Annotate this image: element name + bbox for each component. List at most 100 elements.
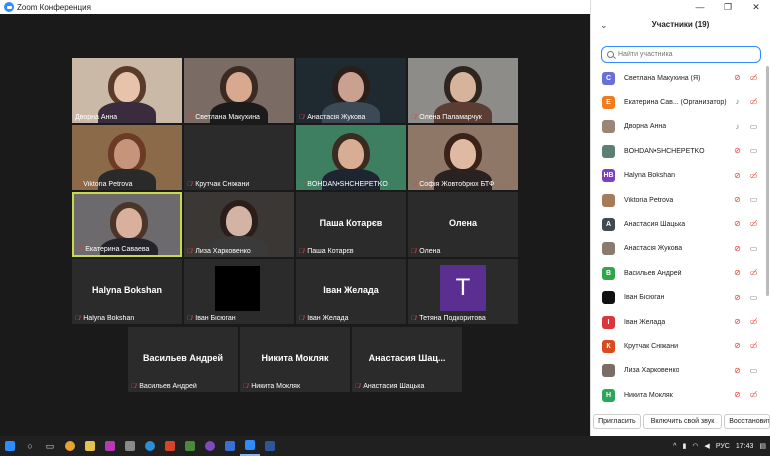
clock[interactable]: 17:43 bbox=[736, 443, 754, 450]
video-tile[interactable]: 🎙̸ Лиза Харковенко bbox=[184, 192, 294, 257]
participant-row[interactable]: В Васильев Андрей ⊘ ▭̸ bbox=[591, 261, 770, 285]
video-tile[interactable]: Васильев Андрей 🎙̸ Васильев Андрей bbox=[128, 327, 238, 392]
viber-icon[interactable] bbox=[200, 436, 220, 456]
camera-icon[interactable]: ▭ bbox=[748, 122, 759, 131]
unmute-self-button[interactable]: Включить свой звук bbox=[642, 414, 723, 429]
video-tile[interactable]: Іван Желада 🎙̸ Іван Желада bbox=[296, 259, 406, 324]
video-tile[interactable]: 🎙̸ Екатерина Саваева bbox=[72, 192, 182, 257]
mic-muted-icon[interactable]: ⊘ bbox=[733, 317, 742, 326]
battery-icon[interactable]: ▮ bbox=[682, 442, 686, 450]
tile-name: Лиза Харковенко bbox=[195, 248, 251, 255]
mic-muted-icon[interactable]: ⊘ bbox=[733, 244, 742, 253]
invite-button[interactable]: Пригласить bbox=[593, 414, 641, 429]
participant-name: Дворна Анна bbox=[624, 123, 667, 131]
mic-icon[interactable]: ♪ bbox=[733, 122, 742, 131]
camera-icon[interactable]: ▭ bbox=[748, 366, 759, 375]
participant-display-name: Паша Котарєв bbox=[319, 218, 383, 228]
video-tile[interactable]: 🎙̸ Софія Жовтобрюх БТФ bbox=[408, 125, 518, 190]
search-taskbar-icon[interactable]: ○ bbox=[20, 436, 40, 456]
windows-start-icon[interactable] bbox=[0, 436, 20, 456]
participant-row[interactable]: Іван Бісюган ⊘ ▭ bbox=[591, 286, 770, 310]
mic-muted-icon[interactable]: ⊘ bbox=[733, 293, 742, 302]
participant-row[interactable]: Анастасія Жукова ⊘ ▭ bbox=[591, 237, 770, 261]
video-tile[interactable]: 🎙̸ Светлана Макухина bbox=[184, 58, 294, 123]
store-icon[interactable] bbox=[220, 436, 240, 456]
video-tile[interactable]: T 🎙̸ Тетяна Подкоритова bbox=[408, 259, 518, 324]
video-tile[interactable]: Анастасия Шац... 🎙̸ Анастасия Шацька bbox=[352, 327, 462, 392]
camera-icon[interactable]: ▭ bbox=[748, 146, 759, 155]
camera-off-icon[interactable]: ▭̸ bbox=[748, 390, 759, 399]
word-icon[interactable] bbox=[260, 436, 280, 456]
restore-button[interactable]: Восстановит bbox=[724, 414, 770, 429]
mic-muted-icon[interactable]: ⊘ bbox=[733, 195, 742, 204]
camera-icon[interactable]: ▭ bbox=[748, 195, 759, 204]
tile-name: Крутчак Сніжани bbox=[195, 181, 250, 188]
video-tile[interactable]: 🎙̸ Олена Паламарчук bbox=[408, 58, 518, 123]
app-icon[interactable] bbox=[100, 436, 120, 456]
camera-icon[interactable]: ▭ bbox=[748, 293, 759, 302]
participant-row[interactable]: Viktoria Petrova ⊘ ▭ bbox=[591, 188, 770, 212]
video-tile[interactable]: Никита Мокляк 🎙̸ Никита Мокляк bbox=[240, 327, 350, 392]
language-indicator[interactable]: РУС bbox=[716, 443, 730, 450]
mic-muted-icon[interactable]: ⊘ bbox=[733, 146, 742, 155]
mic-muted-icon[interactable]: ⊘ bbox=[733, 73, 742, 82]
tile-name: Софія Жовтобрюх БТФ bbox=[419, 181, 495, 188]
tile-caption: 🎙̸ Олена Паламарчук bbox=[411, 114, 515, 121]
maximize-icon[interactable]: ❐ bbox=[714, 0, 742, 14]
camera-off-icon[interactable]: ▭̸ bbox=[748, 171, 759, 180]
pinned-app-icon[interactable] bbox=[160, 436, 180, 456]
video-tile[interactable]: 🎙̸ Viktoria Petrova bbox=[72, 125, 182, 190]
tile-caption: Дворна Анна bbox=[75, 114, 179, 121]
files-icon[interactable] bbox=[80, 436, 100, 456]
camera-off-icon[interactable]: ▭̸ bbox=[748, 73, 759, 82]
drop-app-icon[interactable] bbox=[140, 436, 160, 456]
participant-row[interactable]: Н Никита Мокляк ⊘ ▭̸ bbox=[591, 383, 770, 407]
task-view-icon[interactable]: ▭ bbox=[40, 436, 60, 456]
camera-off-icon[interactable]: ▭̸ bbox=[748, 219, 759, 228]
participant-face bbox=[226, 72, 252, 102]
video-tile[interactable]: 🎙̸ Іван Бісюган bbox=[184, 259, 294, 324]
minimize-icon[interactable]: — bbox=[686, 0, 714, 14]
video-tile[interactable]: Паша Котарєв 🎙̸ Паша Котарєв bbox=[296, 192, 406, 257]
camera-off-icon[interactable]: ▭̸ bbox=[748, 97, 759, 106]
participant-row[interactable]: HB Halyna Bokshan ⊘ ▭̸ bbox=[591, 164, 770, 188]
participant-row[interactable]: Лиза Харковенко ⊘ ▭ bbox=[591, 359, 770, 383]
chevron-up-icon[interactable]: ^ bbox=[673, 443, 676, 450]
participant-row[interactable]: А Анастасия Шацька ⊘ ▭̸ bbox=[591, 212, 770, 236]
volume-icon[interactable]: ◀ bbox=[704, 442, 709, 450]
participant-row[interactable]: І Іван Желада ⊘ ▭̸ bbox=[591, 310, 770, 334]
camera-off-icon[interactable]: ▭̸ bbox=[748, 268, 759, 277]
mic-muted-icon[interactable]: ⊘ bbox=[733, 219, 742, 228]
notification-icon[interactable]: ▤ bbox=[759, 442, 766, 450]
search-input[interactable] bbox=[618, 51, 748, 58]
camera-icon[interactable]: ▭ bbox=[748, 244, 759, 253]
participant-row[interactable]: С Светлана Макухина (Я) ⊘ ▭̸ bbox=[591, 66, 770, 90]
participant-row[interactable]: Е Екатерина Сав... (Организатор) ♪ ▭̸ bbox=[591, 90, 770, 114]
chrome-icon[interactable] bbox=[60, 436, 80, 456]
participant-row[interactable]: К Крутчак Сніжани ⊘ ▭̸ bbox=[591, 334, 770, 358]
participant-row[interactable]: Дворна Анна ♪ ▭ bbox=[591, 115, 770, 139]
camera-off-icon[interactable]: ▭̸ bbox=[748, 341, 759, 350]
video-tile[interactable]: 🎙̸ Анастасія Жукова bbox=[296, 58, 406, 123]
zoom-taskbar-icon[interactable] bbox=[240, 436, 260, 456]
mic-muted-icon[interactable]: ⊘ bbox=[733, 268, 742, 277]
tile-name: Halyna Bokshan bbox=[83, 315, 135, 322]
participant-list-scrollbar[interactable] bbox=[766, 66, 769, 296]
wifi-icon[interactable]: ◠ bbox=[692, 442, 698, 450]
video-tile[interactable]: 🎙̸ Крутчак Сніжани bbox=[184, 125, 294, 190]
game-app-icon[interactable] bbox=[180, 436, 200, 456]
mic-icon[interactable]: ♪ bbox=[733, 97, 742, 106]
participant-row[interactable]: BOHDAN•SHCHEPETKO ⊘ ▭ bbox=[591, 139, 770, 163]
search-box[interactable] bbox=[601, 46, 761, 63]
mic-muted-icon[interactable]: ⊘ bbox=[733, 366, 742, 375]
video-tile[interactable]: Дворна Анна bbox=[72, 58, 182, 123]
camera-off-icon[interactable]: ▭̸ bbox=[748, 317, 759, 326]
video-tile[interactable]: Halyna Bokshan 🎙̸ Halyna Bokshan bbox=[72, 259, 182, 324]
mic-muted-icon[interactable]: ⊘ bbox=[733, 341, 742, 350]
mic-muted-icon[interactable]: ⊘ bbox=[733, 390, 742, 399]
video-tile[interactable]: Олена 🎙̸ Олена bbox=[408, 192, 518, 257]
mic-muted-icon[interactable]: ⊘ bbox=[733, 171, 742, 180]
close-icon[interactable]: ✕ bbox=[742, 0, 770, 14]
video-tile[interactable]: 🎙̸ BOHDAN•SHCHEPETKO bbox=[296, 125, 406, 190]
chart-app-icon[interactable] bbox=[120, 436, 140, 456]
